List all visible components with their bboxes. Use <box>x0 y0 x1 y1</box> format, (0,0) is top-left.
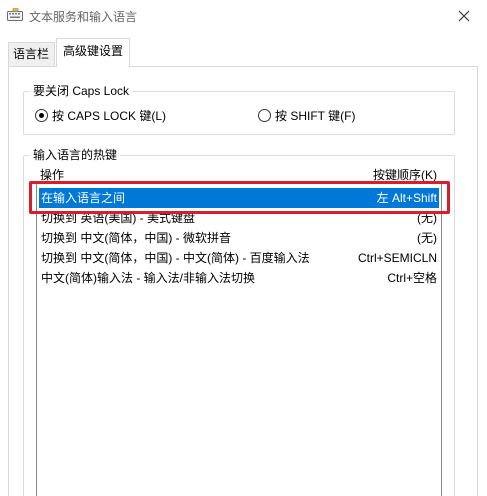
radio-shift-label: 按 SHIFT 键(F) <box>275 109 356 123</box>
title-bar: 文本服务和输入语言 <box>0 0 487 31</box>
list-item[interactable]: 切换到 中文(简体，中国) - 微软拼音 (无) <box>39 228 439 248</box>
column-header-key-sequence[interactable]: 按键顺序(K) <box>373 166 437 183</box>
list-item[interactable]: 在输入语言之间 左 Alt+Shift <box>39 188 439 208</box>
list-item[interactable]: 中文(简体)输入法 - 输入法/非输入法切换 Ctrl+空格 <box>39 268 439 288</box>
close-icon <box>458 10 470 21</box>
hotkeys-group-legend: 输入语言的热键 <box>30 148 121 162</box>
radio-caps-lock-key[interactable]: 按 CAPS LOCK 键(L) <box>35 107 166 124</box>
list-item-sequence: (无) <box>417 211 437 225</box>
column-header-action[interactable]: 操作 <box>40 166 64 183</box>
list-item-action: 切换到 中文(简体，中国) - 微软拼音 <box>41 231 231 245</box>
list-item-sequence: 左 Alt+Shift <box>376 191 437 205</box>
list-item-action: 切换到 中文(简体，中国) - 中文(简体) - 百度输入法 <box>41 251 310 265</box>
radio-unchecked-icon[interactable] <box>258 109 271 122</box>
keyboard-settings-icon <box>7 8 23 22</box>
tab-advanced-key-settings[interactable]: 高级键设置 <box>56 38 130 67</box>
list-item-action: 在输入语言之间 <box>41 191 126 205</box>
radio-caps-lock-label: 按 CAPS LOCK 键(L) <box>52 109 167 123</box>
list-item-sequence: (无) <box>417 231 437 245</box>
hotkey-list[interactable]: 在输入语言之间 左 Alt+Shift 切换到 英语(美国) - 美式键盘 (无… <box>36 182 442 496</box>
radio-shift-key[interactable]: 按 SHIFT 键(F) <box>258 107 355 124</box>
list-item[interactable]: 切换到 英语(美国) - 美式键盘 (无) <box>39 208 439 228</box>
list-item-action: 切换到 英语(美国) - 美式键盘 <box>41 211 195 225</box>
caps-lock-group: 要关闭 Caps Lock 按 CAPS LOCK 键(L) 按 SHIFT 键… <box>23 84 455 135</box>
caps-lock-group-legend: 要关闭 Caps Lock <box>30 84 133 98</box>
tab-language-bar[interactable]: 语言栏 <box>8 42 55 66</box>
list-item[interactable]: 切换到 中文(简体，中国) - 中文(简体) - 百度输入法 Ctrl+SEMI… <box>39 248 439 268</box>
radio-checked-icon[interactable] <box>35 109 48 122</box>
close-button[interactable] <box>441 0 487 31</box>
list-item-sequence: Ctrl+空格 <box>387 271 437 285</box>
list-item-sequence: Ctrl+SEMICLN <box>357 251 437 265</box>
list-item-action: 中文(简体)输入法 - 输入法/非输入法切换 <box>41 271 255 285</box>
window-title: 文本服务和输入语言 <box>29 10 138 24</box>
